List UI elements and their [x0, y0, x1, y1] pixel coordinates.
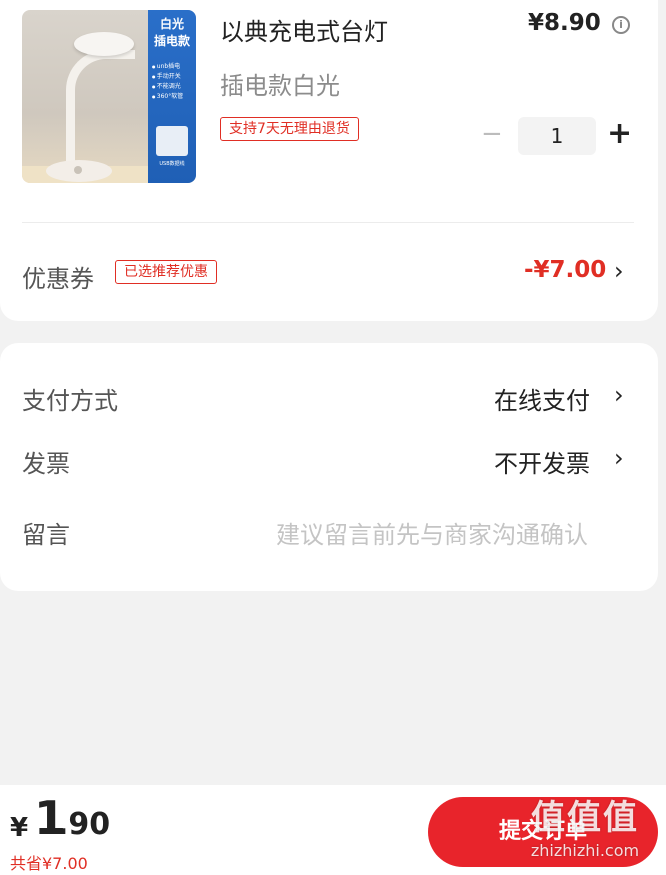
image-spec-panel: 白光 插电款 unb插电 手动开关 不能调光 360°软管 USB数据线: [148, 10, 196, 183]
product-price: ¥8.90: [528, 10, 601, 36]
invoice-chevron-right-icon[interactable]: ›: [614, 444, 624, 472]
image-feature: 360°软管: [152, 92, 194, 102]
invoice-label: 发票: [22, 450, 70, 478]
product-card: 白光 插电款 unb插电 手动开关 不能调光 360°软管 USB数据线 以典充…: [0, 0, 658, 321]
product-title[interactable]: 以典充电式台灯: [220, 12, 388, 47]
payment-method-value[interactable]: 在线支付: [494, 381, 590, 416]
image-usb-cable: [156, 126, 188, 156]
payment-method-label: 支付方式: [22, 387, 118, 415]
quantity-increase-button[interactable]: +: [607, 116, 632, 152]
order-options-card: 支付方式 在线支付 › 发票 不开发票 › 留言 建议留言前先与商家沟通确认: [0, 343, 658, 591]
invoice-value[interactable]: 不开发票: [494, 444, 590, 479]
return-policy-badge: 支持7天无理由退货: [220, 117, 359, 141]
info-icon[interactable]: i: [612, 16, 630, 34]
image-panel-title: 白光 插电款: [153, 17, 190, 48]
product-variant[interactable]: 插电款白光: [220, 66, 340, 101]
watermark-url: zhizhizhi.com: [530, 841, 640, 860]
coupon-label: 优惠券: [22, 265, 94, 293]
product-image[interactable]: 白光 插电款 unb插电 手动开关 不能调光 360°软管 USB数据线: [22, 10, 196, 183]
total-savings: 共省¥7.00: [10, 854, 88, 873]
quantity-decrease-button[interactable]: −: [481, 120, 503, 148]
quantity-input[interactable]: 1: [518, 117, 596, 155]
site-watermark: 值值值 zhizhizhi.com: [510, 790, 660, 875]
image-feature-list: unb插电 手动开关 不能调光 360°软管: [152, 62, 194, 102]
image-usb-label: USB数据线: [159, 161, 185, 167]
message-input[interactable]: 建议留言前先与商家沟通确认: [276, 515, 588, 550]
image-feature: 不能调光: [152, 82, 194, 92]
coupon-chevron-right-icon[interactable]: ›: [614, 257, 624, 285]
total-amount-decimal: .90: [57, 807, 111, 842]
image-lamp-head: [74, 32, 134, 56]
coupon-discount-value[interactable]: -¥7.00: [524, 257, 606, 283]
coupon-selected-badge: 已选推荐优惠: [115, 260, 217, 284]
message-label: 留言: [22, 521, 70, 549]
total-currency-symbol: ¥: [10, 813, 29, 843]
image-lamp-button: [74, 166, 82, 174]
image-feature: unb插电: [152, 62, 194, 72]
image-feature: 手动开关: [152, 72, 194, 82]
divider: [22, 222, 634, 223]
watermark-logo: 值值值: [531, 798, 639, 838]
payment-chevron-right-icon[interactable]: ›: [614, 381, 624, 409]
